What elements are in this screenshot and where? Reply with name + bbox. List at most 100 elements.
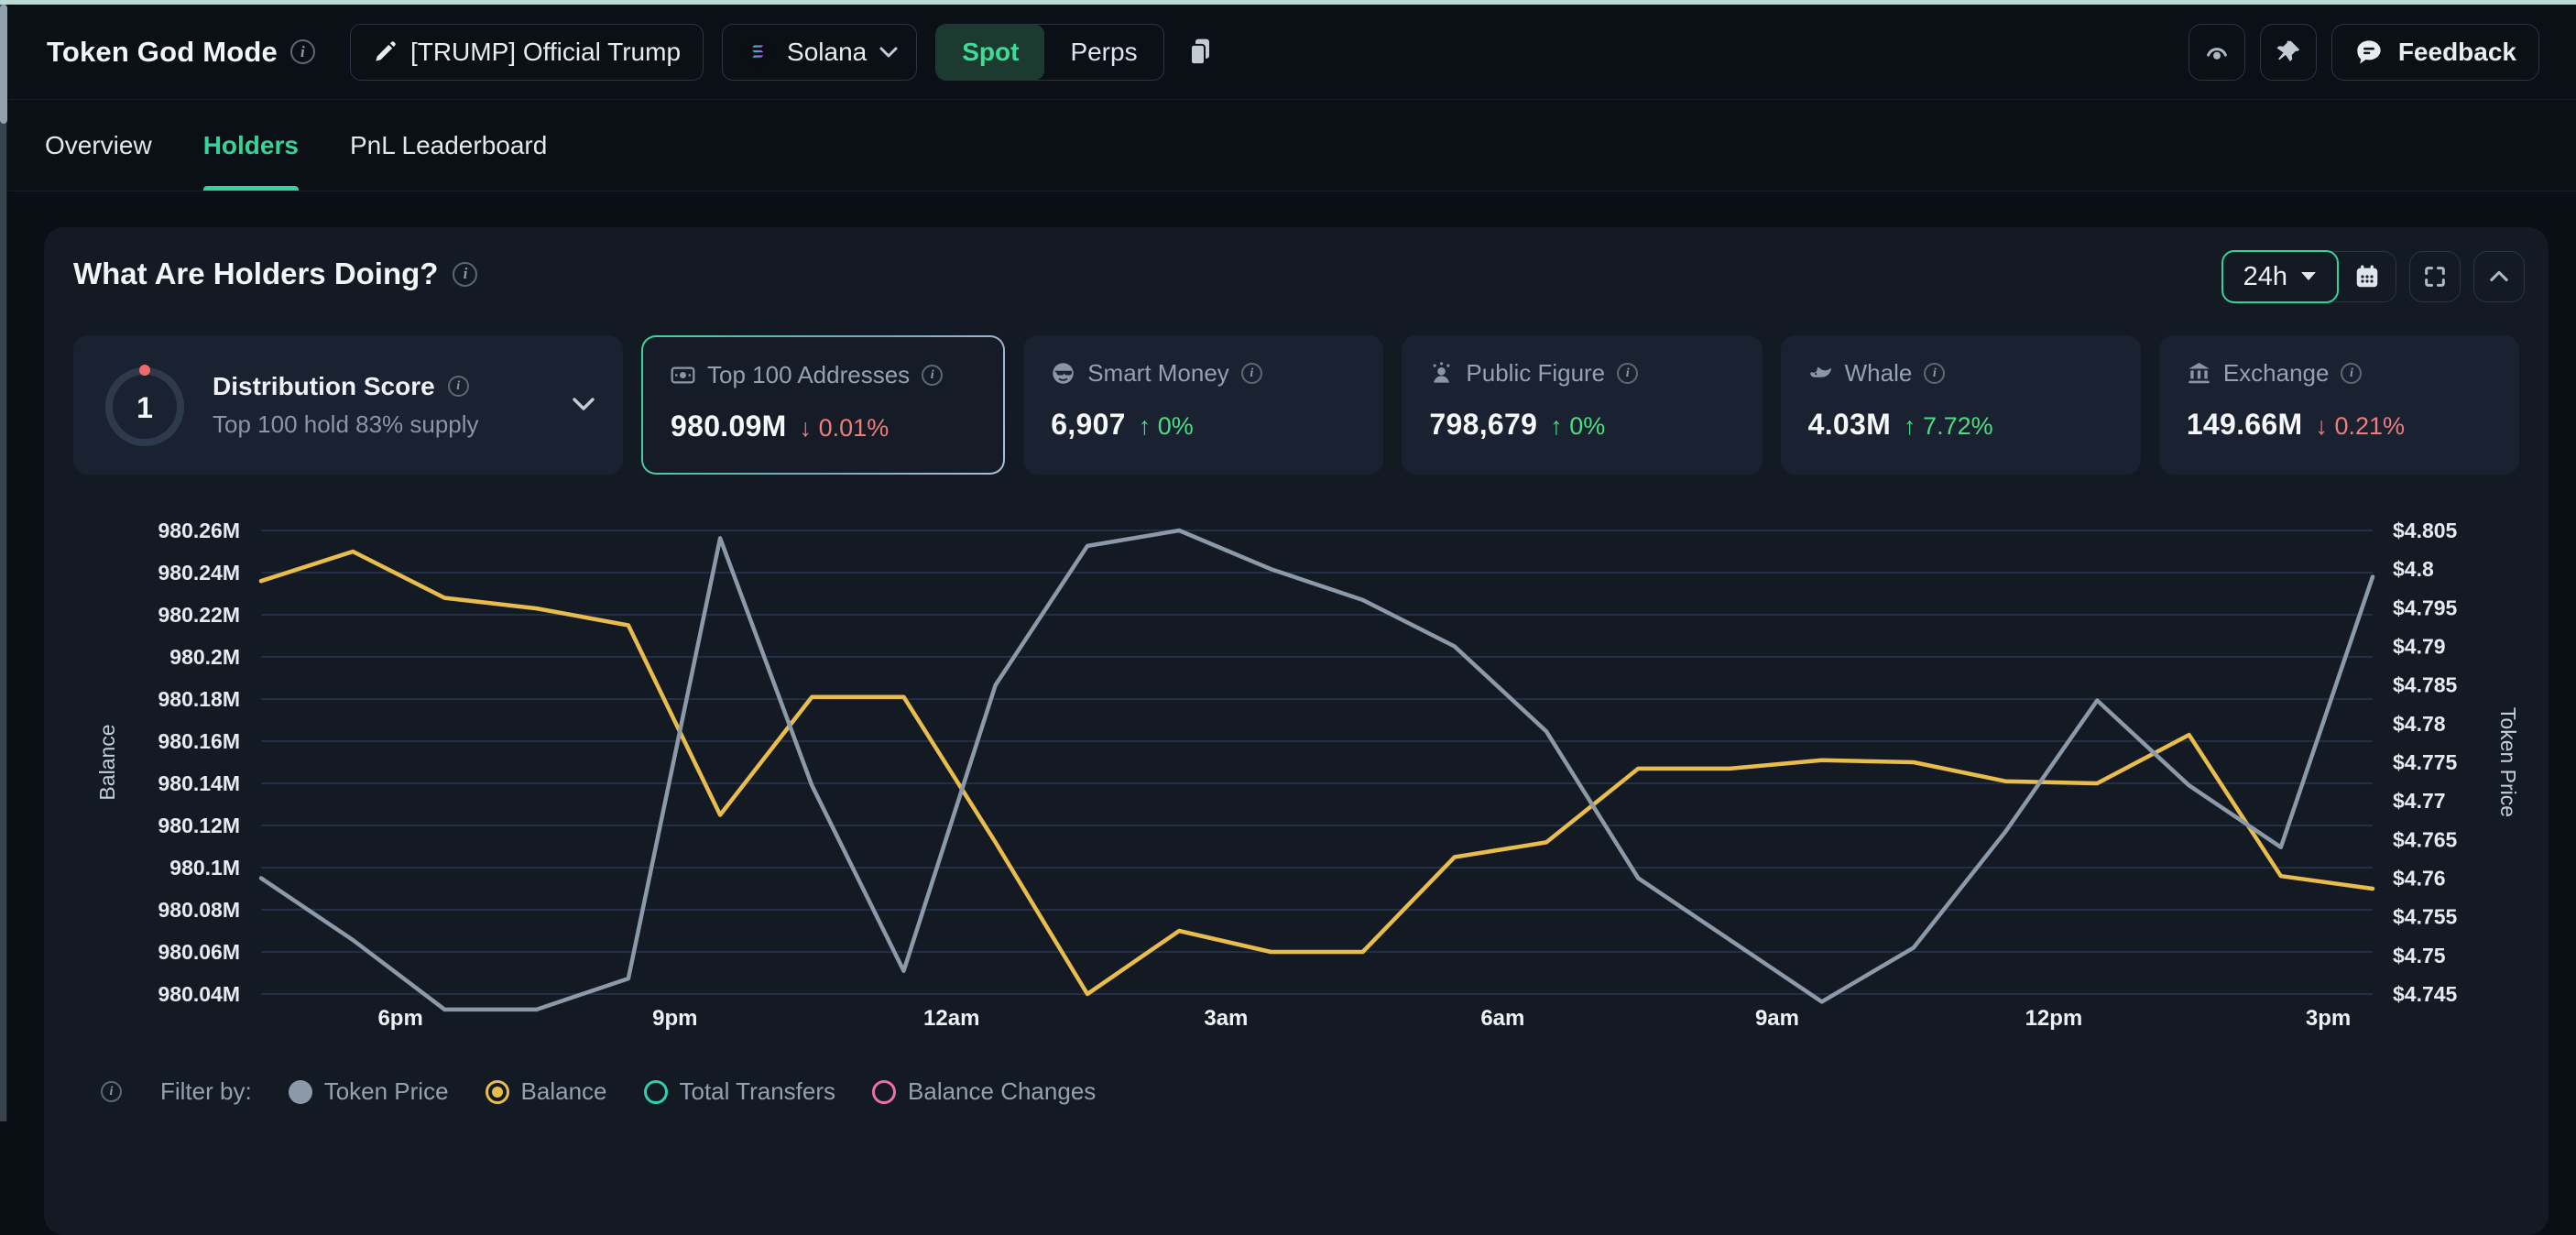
left-axis-tick: 980.08M	[158, 898, 240, 922]
metric-card-top-100-addresses[interactable]: Top 100 Addressesi980.09M↓ 0.01%	[641, 335, 1005, 475]
feedback-button[interactable]: Feedback	[2331, 24, 2539, 81]
collapse-button[interactable]	[2473, 251, 2525, 302]
info-icon[interactable]: i	[290, 39, 315, 64]
card-title: Exchange	[2223, 359, 2330, 388]
left-axis-tick: 980.18M	[158, 687, 240, 711]
banknote-icon	[671, 363, 695, 388]
solana-logo	[741, 36, 774, 69]
timeframe-value: 24h	[2243, 262, 2287, 292]
card-value: 4.03M	[1808, 408, 1891, 442]
card-change: ↑ 7.72%	[1904, 412, 1993, 441]
watch-button[interactable]	[2189, 24, 2245, 81]
card-value: 798,679	[1429, 408, 1537, 442]
legend-prefix: Filter by:	[160, 1077, 252, 1106]
legend-item-token-price[interactable]: Token Price	[289, 1077, 449, 1106]
left-scrollbar-thumb[interactable]	[0, 5, 7, 124]
tab-overview[interactable]: Overview	[45, 101, 152, 191]
info-icon[interactable]: i	[101, 1081, 122, 1102]
fullscreen-button[interactable]	[2409, 251, 2461, 302]
legend-label: Balance	[521, 1077, 607, 1106]
x-axis-tick: 12am	[923, 1006, 979, 1031]
right-axis-tick: $4.76	[2393, 867, 2446, 891]
card-title: Whale	[1845, 359, 1913, 388]
info-icon[interactable]: i	[2341, 363, 2362, 384]
info-icon[interactable]: i	[448, 376, 469, 397]
chevron-down-icon	[879, 46, 898, 59]
balance-line	[261, 552, 2373, 994]
chain-name: Solana	[787, 38, 867, 67]
legend-swatch	[644, 1080, 668, 1104]
tab-holders[interactable]: Holders	[203, 101, 299, 191]
right-axis-tick: $4.8	[2393, 557, 2434, 581]
token-price-line	[261, 530, 2373, 1010]
right-axis-tick: $4.75	[2393, 944, 2446, 967]
token-select-button[interactable]: [TRUMP] Official Trump	[350, 24, 704, 81]
info-icon[interactable]: i	[1241, 363, 1262, 384]
right-axis-tick: $4.775	[2393, 750, 2458, 774]
legend-label: Balance Changes	[908, 1077, 1096, 1106]
app-header: Token God Mode i [TRUMP] Official Trump …	[8, 5, 2576, 100]
chart-legend: i Filter by: Token Price Balance Total Trans…	[101, 1077, 1096, 1106]
left-axis-tick: 980.1M	[169, 856, 240, 880]
smart-money-icon	[1051, 361, 1075, 386]
perps-toggle[interactable]: Perps	[1044, 25, 1162, 80]
right-axis-tick: $4.795	[2393, 596, 2458, 619]
right-axis-tick: $4.785	[2393, 673, 2458, 697]
tab-pnl-leaderboard[interactable]: PnL Leaderboard	[350, 101, 547, 191]
metric-cards-row: 1Distribution ScoreiTop 100 hold 83% sup…	[73, 335, 2519, 475]
panel-title: What Are Holders Doing? i	[73, 257, 477, 291]
distribution-score-card[interactable]: 1Distribution ScoreiTop 100 hold 83% sup…	[73, 335, 623, 475]
left-axis-title: Balance	[95, 724, 119, 800]
left-axis-tick: 980.06M	[158, 940, 240, 964]
token-name: [TRUMP] Official Trump	[410, 38, 681, 67]
score-value: 1	[136, 391, 153, 424]
info-icon[interactable]: i	[1924, 363, 1945, 384]
legend-label: Token Price	[324, 1077, 449, 1106]
copy-icon[interactable]	[1186, 37, 1214, 68]
legend-label: Total Transfers	[680, 1077, 836, 1106]
pin-button[interactable]	[2260, 24, 2317, 81]
x-axis-tick: 6am	[1480, 1006, 1524, 1031]
legend-item-balance[interactable]: Balance	[486, 1077, 607, 1106]
spot-toggle[interactable]: Spot	[936, 25, 1044, 80]
legend-swatch	[872, 1080, 896, 1104]
chevron-down-icon[interactable]	[572, 397, 595, 413]
left-axis-tick: 980.22M	[158, 603, 240, 627]
page-title: Token God Mode i	[47, 36, 315, 69]
metric-card-whale[interactable]: Whalei 4.03M ↑ 7.72%	[1781, 335, 2141, 475]
panel-controls: 24h	[2221, 251, 2525, 302]
calendar-icon	[2353, 263, 2381, 290]
card-title: Smart Money	[1087, 359, 1229, 388]
info-icon[interactable]: i	[922, 365, 943, 386]
window-top-strip	[0, 0, 2576, 5]
left-scrollbar[interactable]	[0, 5, 7, 1121]
whale-icon	[1808, 361, 1833, 386]
score-gauge: 1	[101, 361, 189, 449]
card-title: Public Figure	[1466, 359, 1605, 388]
x-axis-tick: 6pm	[377, 1006, 422, 1031]
x-axis-tick: 12pm	[2025, 1006, 2083, 1031]
card-change: ↓ 0.21%	[2315, 412, 2405, 441]
score-marker	[139, 365, 150, 376]
exchange-icon	[2187, 361, 2211, 386]
right-axis-tick: $4.755	[2393, 905, 2458, 929]
chat-bubble-icon	[2354, 38, 2384, 67]
card-change: ↓ 0.01%	[800, 414, 890, 443]
metric-card-public-figure[interactable]: Public Figurei798,679↑ 0%	[1402, 335, 1762, 475]
info-icon[interactable]: i	[1617, 363, 1638, 384]
calendar-button[interactable]	[2339, 263, 2396, 290]
card-title: Top 100 Addresses	[707, 361, 910, 389]
header-actions: Feedback	[2189, 24, 2539, 81]
right-axis-tick: $4.77	[2393, 789, 2446, 813]
right-axis-tick: $4.78	[2393, 712, 2446, 736]
page-tabs: Overview Holders PnL Leaderboard	[8, 101, 2576, 191]
chain-selector[interactable]: Solana	[722, 24, 917, 81]
timeframe-dropdown[interactable]: 24h	[2221, 250, 2339, 303]
metric-card-exchange[interactable]: Exchangei149.66M↓ 0.21%	[2159, 335, 2519, 475]
left-axis-tick: 980.04M	[158, 982, 240, 1006]
legend-item-balance-changes[interactable]: Balance Changes	[872, 1077, 1096, 1106]
legend-item-total-transfers[interactable]: Total Transfers	[644, 1077, 836, 1106]
right-axis-tick: $4.745	[2393, 982, 2458, 1006]
info-icon[interactable]: i	[453, 262, 477, 287]
metric-card-smart-money[interactable]: Smart Moneyi6,907↑ 0%	[1023, 335, 1383, 475]
